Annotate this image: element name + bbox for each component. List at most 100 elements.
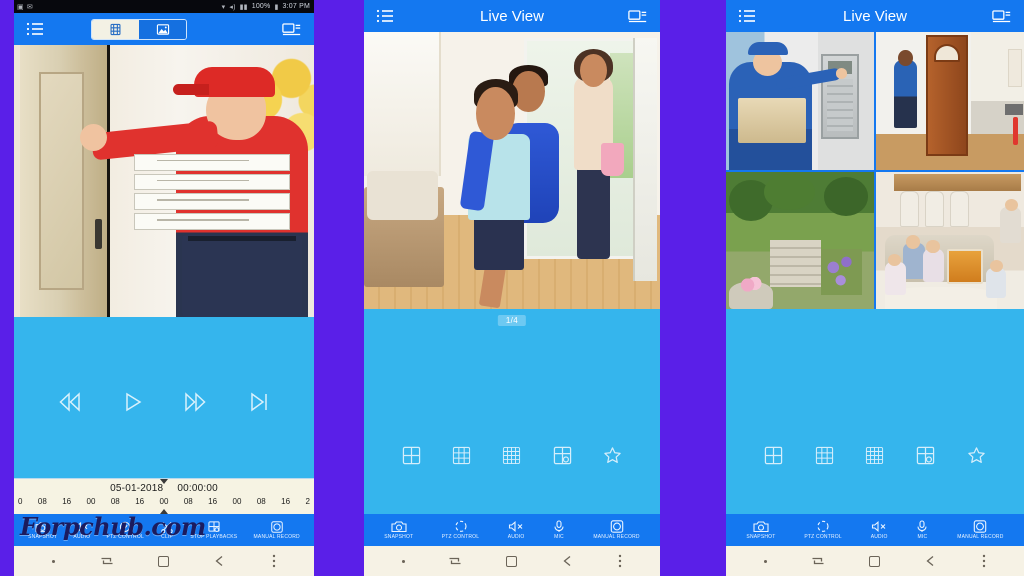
scene-man-front-door xyxy=(876,32,1024,170)
rewind-icon[interactable] xyxy=(57,391,83,413)
toggle-snapshots[interactable] xyxy=(139,19,187,39)
camera-tile-2[interactable] xyxy=(876,32,1024,170)
tool-ptz-control[interactable]: PTZ CONTROL xyxy=(804,520,842,540)
app-bar-live-view: Live View xyxy=(726,0,1024,32)
tool-label: AUDIO xyxy=(73,533,91,540)
android-nav-bar xyxy=(364,546,660,576)
dot-icon[interactable] xyxy=(52,559,56,563)
tool-manual-record[interactable]: MANUAL RECORD xyxy=(957,520,1003,540)
layout-selector xyxy=(726,396,1024,514)
page-indicator: 1/4 xyxy=(497,315,527,326)
tool-mic[interactable]: MIC xyxy=(916,520,928,540)
grid-custom-icon[interactable] xyxy=(553,446,572,465)
tool-stop-playbacks[interactable]: STOP PLAYBACKS xyxy=(190,520,238,540)
tick-label: 08 xyxy=(37,497,47,507)
device-camera-icon[interactable] xyxy=(282,22,302,36)
live-view-panel: 1/4 xyxy=(364,309,660,514)
grid-custom-icon[interactable] xyxy=(916,446,935,465)
live-video-tile[interactable] xyxy=(364,32,660,309)
star-icon[interactable] xyxy=(967,446,986,465)
tick-label: 16 xyxy=(208,497,218,507)
dot-icon[interactable] xyxy=(764,559,767,563)
back-arrow-icon[interactable] xyxy=(213,555,227,567)
camera-tile-4[interactable] xyxy=(876,171,1024,309)
tool-label: MANUAL RECORD xyxy=(957,534,1004,540)
tool-label: STOP PLAYBACKS xyxy=(190,533,238,540)
ptz-icon xyxy=(454,520,468,533)
live-view-panel xyxy=(726,309,1024,514)
list-menu-icon[interactable] xyxy=(738,9,756,23)
tool-snapshot[interactable]: SNAPSHOT xyxy=(384,520,413,540)
fast-forward-icon[interactable] xyxy=(182,391,208,413)
timeline-ruler[interactable]: 0 08 16 00 08 16 00 08 16 00 08 16 2 xyxy=(14,497,314,514)
record-icon xyxy=(973,520,987,533)
tool-ptz-control[interactable]: PTZ CONTROL xyxy=(442,520,479,540)
camera-tile-3[interactable] xyxy=(726,171,874,309)
overflow-dots-icon[interactable] xyxy=(982,554,986,568)
tool-mic[interactable]: MIC xyxy=(553,520,565,540)
overflow-dots-icon[interactable] xyxy=(618,554,622,568)
live-view-toolbar: SNAPSHOT PTZ CONTROL AUDIO MIC MANUAL RE… xyxy=(364,514,660,546)
tool-audio[interactable]: AUDIO xyxy=(73,521,90,540)
list-menu-icon[interactable] xyxy=(376,9,394,23)
home-square-icon[interactable] xyxy=(505,555,517,567)
tool-label: PTZ CONTROL xyxy=(804,534,842,540)
battery-level: 100% xyxy=(251,3,271,10)
phone-live-view-single: Live View 1/4 SNAPSHOT PTZ CONTROL AUDIO… xyxy=(364,0,660,576)
grid-3x3-icon[interactable] xyxy=(452,446,471,465)
tool-audio[interactable]: AUDIO xyxy=(508,520,525,540)
status-bar-left-icons: ▣ ✉ xyxy=(14,3,33,11)
star-icon[interactable] xyxy=(603,446,622,465)
grid-3x3-icon[interactable] xyxy=(815,446,834,465)
overflow-dots-icon[interactable] xyxy=(272,554,276,568)
media-type-toggle[interactable] xyxy=(91,18,188,40)
grid-stop-icon xyxy=(207,520,221,533)
grid-2x2-icon[interactable] xyxy=(402,446,421,465)
recents-icon[interactable] xyxy=(100,555,114,567)
tool-snapshot[interactable]: SNAPSHOT xyxy=(746,520,775,540)
tool-label: SNAPSHOT xyxy=(28,533,58,540)
home-square-icon[interactable] xyxy=(157,555,169,567)
device-camera-icon[interactable] xyxy=(628,9,648,23)
signal-icon: ▮▮ xyxy=(239,3,248,11)
play-icon[interactable] xyxy=(122,391,144,413)
tool-label: MANUAL RECORD xyxy=(593,534,640,540)
list-menu-icon[interactable] xyxy=(26,22,44,36)
tool-label: SNAPSHOT xyxy=(746,534,776,540)
layout-selector xyxy=(364,396,660,514)
tool-ptz-control[interactable]: PTZ CONTROL xyxy=(106,521,144,540)
live-video-grid xyxy=(726,32,1024,309)
tool-manual-record[interactable]: MANUAL RECORD xyxy=(593,520,640,540)
toggle-video-clips[interactable] xyxy=(92,19,140,39)
playback-timeline[interactable]: 05-01-2018 00:00:00 0 08 16 00 08 16 00 … xyxy=(14,478,314,514)
playback-toolbar: SNAPSHOT AUDIO PTZ CONTROL CLIP STOP PLA… xyxy=(14,514,314,546)
grid-4x4-icon[interactable] xyxy=(865,446,884,465)
tool-label: MANUAL RECORD xyxy=(253,533,300,540)
home-square-icon[interactable] xyxy=(869,555,880,567)
tool-audio[interactable]: AUDIO xyxy=(871,520,888,540)
skip-next-icon[interactable] xyxy=(247,391,271,413)
camera-tile-1[interactable] xyxy=(726,32,874,170)
tool-snapshot[interactable]: SNAPSHOT xyxy=(28,521,57,540)
wifi-icon: ▾ xyxy=(221,3,226,11)
tick-label: 08 xyxy=(183,497,193,507)
screenshot-stage: ▣ ✉ ▾ ◂) ▮▮ 100% ▮ 3:07 PM 05-01-2018 00… xyxy=(0,0,1024,576)
back-arrow-icon[interactable] xyxy=(561,555,575,567)
timeline-readout: 05-01-2018 00:00:00 xyxy=(14,479,314,497)
tick-label: 16 xyxy=(62,497,72,507)
playback-video[interactable] xyxy=(14,45,314,317)
recents-icon[interactable] xyxy=(448,555,462,567)
tick-label: 00 xyxy=(232,497,242,507)
device-camera-icon[interactable] xyxy=(992,9,1012,23)
dot-icon[interactable] xyxy=(401,559,405,563)
tool-clip[interactable]: CLIP xyxy=(160,521,174,540)
back-arrow-icon[interactable] xyxy=(924,555,938,567)
speaker-mute-icon xyxy=(508,520,524,533)
scene-family-living-room xyxy=(876,171,1024,309)
tool-manual-record[interactable]: MANUAL RECORD xyxy=(253,520,300,540)
recents-icon[interactable] xyxy=(811,555,825,567)
grid-4x4-icon[interactable] xyxy=(502,446,521,465)
tick-label: 0 xyxy=(18,497,23,507)
grid-2x2-icon[interactable] xyxy=(764,446,783,465)
tick-label: 2 xyxy=(305,497,310,507)
